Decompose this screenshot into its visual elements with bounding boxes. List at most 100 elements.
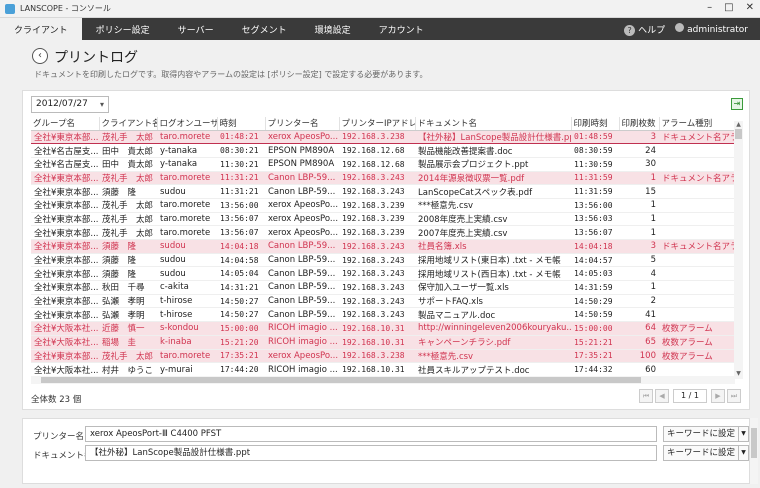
table-row[interactable]: 全社¥大阪本社... 村井 ゆうこ y-murai 17:44:20 RICOH ima…	[31, 362, 735, 375]
table-cell: 田中 貴太郎	[99, 143, 157, 158]
table-row[interactable]: 全社¥東京本部... 須藤 隆 sudou 11:31:21 Canon LBP-59.…	[31, 184, 735, 199]
table-row[interactable]: 全社¥東京本部... 須藤 隆 sudou 14:05:04 Canon LBP-59.…	[31, 266, 735, 282]
export-button[interactable]: ⇥	[731, 98, 743, 110]
detail-scrollbar[interactable]	[750, 418, 758, 484]
panel-splitter[interactable]	[0, 412, 760, 416]
column-header[interactable]: 印刷枚数	[619, 117, 660, 131]
table-cell	[659, 212, 735, 227]
table-cell	[659, 143, 735, 158]
table-cell: 枚数アラーム	[659, 349, 735, 364]
window-title: LANSCOPE - コンソール	[20, 4, 111, 13]
table-row[interactable]: 全社¥名古屋支... 田中 貴太郎 y-tanaka 08:30:21 EPSON PM…	[31, 143, 735, 158]
maximize-icon[interactable]: □	[724, 2, 733, 13]
table-row[interactable]: 全社¥東京本部... 須藤 隆 sudou 14:04:18 Canon LBP-59.…	[31, 239, 735, 254]
next-page-button[interactable]: ▶	[711, 389, 725, 403]
tab-account[interactable]: アカウント	[365, 18, 438, 40]
table-cell: 15:00:00	[217, 321, 265, 336]
detail-scroll-thumb[interactable]	[751, 428, 757, 458]
table-cell: taro.morete	[157, 349, 217, 364]
vertical-scrollbar[interactable]: ▲ ▼	[734, 121, 743, 379]
first-page-button[interactable]: ⏮	[639, 389, 653, 403]
table-cell: 採用地域リスト(西日本) .txt - メモ帳	[415, 266, 571, 282]
table-cell: ドキュメント名アラーム	[659, 239, 735, 254]
table-cell: t-hirose	[157, 294, 217, 309]
column-header[interactable]: プリンターIPアドレス	[339, 117, 416, 131]
table-row[interactable]: 全社¥東京本部... 茂礼手 太郎 taro.morete 13:56:07 xerox…	[31, 225, 735, 240]
column-header[interactable]: ログオンユーザ...	[157, 117, 218, 131]
table-cell: 14:04:18	[217, 239, 265, 254]
table-cell: 192.168.3.238	[339, 129, 415, 145]
table-row[interactable]: 全社¥東京本部... 茂礼手 太郎 taro.morete 17:35:21 xerox…	[31, 349, 735, 364]
table-cell: 14:50:29	[571, 294, 619, 309]
scroll-thumb[interactable]	[735, 129, 742, 139]
table-cell: 08:30:59	[571, 143, 619, 158]
hscroll-thumb[interactable]	[41, 377, 641, 383]
column-header[interactable]: 印刷時刻	[571, 117, 620, 131]
table-cell: 全社¥東京本部...	[31, 266, 99, 282]
page-title: プリントログ	[54, 50, 138, 66]
help-icon: ?	[624, 24, 636, 36]
tab-client[interactable]: クライアント	[0, 18, 82, 40]
table-cell: 須藤 隆	[99, 239, 157, 254]
table-cell: 弘瀬 孝明	[99, 307, 157, 323]
printer-keyword-dropdown-icon[interactable]: ▼	[739, 426, 749, 442]
table-cell: 【社外秘】LanScope製品設計仕様書.ppt	[415, 129, 571, 145]
table-cell: 茂礼手 太郎	[99, 171, 157, 186]
user-menu[interactable]: administrator	[675, 23, 748, 35]
table-row[interactable]: 全社¥大阪本社... 近藤 慎一 s-kondou 15:00:00 RICOH ima…	[31, 321, 735, 336]
tab-environment[interactable]: 環境設定	[301, 18, 365, 40]
table-cell: 枚数アラーム	[659, 335, 735, 350]
table-row[interactable]: 全社¥大阪本社... 稲場 圭 k-inaba 15:21:20 RICOH imagi…	[31, 335, 735, 350]
prev-page-button[interactable]: ◀	[655, 389, 669, 403]
set-keyword-document-button[interactable]: キーワードに設定	[663, 445, 739, 461]
document-name-field[interactable]: 【社外秘】LanScope製品設計仕様書.ppt	[85, 445, 657, 461]
table-row[interactable]: 全社¥東京本部... 秋田 千尋 c-akita 14:31:21 Canon LBP-…	[31, 280, 735, 295]
table-row[interactable]: 全社¥東京本部... 茂礼手 太郎 taro.morete 13:56:00 xerox…	[31, 198, 735, 213]
minimize-icon[interactable]: –	[707, 2, 712, 13]
table-row[interactable]: 全社¥東京本部... 茂礼手 太郎 taro.morete 01:48:21 xerox…	[31, 129, 735, 145]
table-row[interactable]: 全社¥東京本部... 茂礼手 太郎 taro.morete 11:31:21 Canon…	[31, 171, 735, 186]
column-header[interactable]: プリンター名	[265, 117, 340, 131]
window-controls: – □ ✕	[707, 2, 754, 13]
chevron-down-icon: ▾	[99, 100, 104, 109]
table-cell: 全社¥東京本部...	[31, 253, 99, 268]
tab-segment[interactable]: セグメント	[228, 18, 301, 40]
table-row[interactable]: 全社¥東京本部... 弘瀬 孝明 t-hirose 14:50:27 Canon LBP…	[31, 307, 735, 323]
tab-server[interactable]: サーバー	[164, 18, 228, 40]
table-cell: 64	[619, 321, 659, 336]
table-cell: 14:05:03	[571, 266, 619, 282]
table-cell: 3	[619, 239, 659, 254]
table-cell: 採用地域リスト(東日本) .txt - メモ帳	[415, 253, 571, 268]
table-row[interactable]: 全社¥東京本部... 弘瀬 孝明 t-hirose 14:50:27 Canon LBP…	[31, 294, 735, 309]
back-button[interactable]: ‹	[32, 48, 48, 64]
tab-policy[interactable]: ポリシー設定	[82, 18, 164, 40]
table-cell: 192.168.10.31	[339, 362, 415, 375]
help-link[interactable]: ? ヘルプ	[624, 23, 665, 36]
table-row[interactable]: 全社¥東京本部... 茂礼手 太郎 taro.morete 13:56:07 xerox…	[31, 212, 735, 227]
column-header[interactable]: アラーム種別	[659, 117, 735, 131]
scroll-down-icon[interactable]: ▼	[734, 370, 743, 379]
column-header[interactable]: 時刻	[217, 117, 266, 131]
printer-name-field[interactable]: xerox ApeosPort-Ⅲ C4400 PFST	[85, 426, 657, 442]
document-keyword-dropdown-icon[interactable]: ▼	[739, 445, 749, 461]
date-select[interactable]: 2012/07/27 ▾	[31, 96, 109, 113]
table-cell: 15	[619, 184, 659, 199]
table-cell: 製品機能改善提案書.doc	[415, 143, 571, 158]
last-page-button[interactable]: ⏭	[727, 389, 741, 403]
table-row[interactable]: 全社¥東京本部... 須藤 隆 sudou 14:04:58 Canon LBP-59.…	[31, 253, 735, 268]
table-cell: 2008年度売上実績.csv	[415, 212, 571, 227]
horizontal-scrollbar[interactable]	[31, 376, 735, 384]
column-header[interactable]: グループ名	[31, 117, 100, 131]
column-header[interactable]: ドキュメント名	[415, 117, 572, 131]
table-cell: 08:30:21	[217, 143, 265, 158]
column-header[interactable]: クライアント名	[99, 117, 158, 131]
table-row[interactable]: 全社¥名古屋支... 田中 貴太郎 y-tanaka 11:30:21 EPSON PM…	[31, 157, 735, 172]
set-keyword-printer-button[interactable]: キーワードに設定	[663, 426, 739, 442]
table-cell: EPSON PM890A	[265, 143, 339, 158]
table-cell: 13:56:07	[217, 225, 265, 240]
table-cell: c-akita	[157, 280, 217, 295]
close-icon[interactable]: ✕	[746, 2, 754, 13]
table-cell: taro.morete	[157, 225, 217, 240]
table-cell	[659, 184, 735, 199]
table-cell: 茂礼手 太郎	[99, 225, 157, 240]
